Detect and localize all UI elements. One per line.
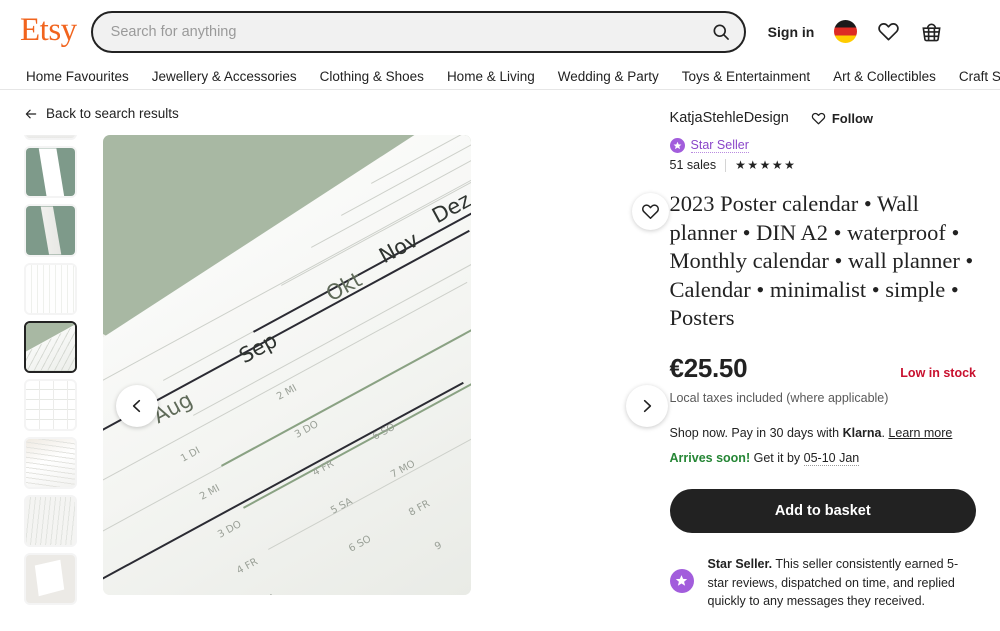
day-label: 9	[433, 539, 444, 553]
arrives-rest: Get it by	[750, 450, 804, 465]
nav-item-clothing-shoes[interactable]: Clothing & Shoes	[320, 69, 424, 84]
day-label: 7 MO	[389, 458, 418, 481]
shop-name-link[interactable]: KatjaStehleDesign	[670, 110, 789, 126]
rating-stars[interactable]: ★★★★★	[735, 158, 796, 172]
day-label: 5 SA	[253, 592, 278, 595]
day-label: 3 DO	[216, 519, 244, 541]
nav-item-art-collectibles[interactable]: Art & Collectibles	[833, 69, 936, 84]
thumbnail-3[interactable]	[24, 262, 77, 315]
star-seller-note: Star Seller. This seller consistently ea…	[669, 555, 976, 611]
star-seller-label[interactable]: Star Seller	[690, 138, 749, 153]
star-seller-note-title: Star Seller.	[707, 556, 773, 571]
nav-item-home-favourites[interactable]: Home Favourites	[26, 69, 129, 84]
header-actions: Sign in	[768, 20, 944, 43]
day-label: 6 SO	[347, 533, 374, 555]
category-nav: Home Favourites Jewellery & Accessories …	[0, 63, 1000, 90]
thumbnail-strip[interactable]	[24, 135, 81, 605]
klarna-prefix: Shop now. Pay in 30 days with	[669, 425, 843, 440]
arrives-row: Arrives soon! Get it by 05-10 Jan	[669, 450, 976, 466]
search-button[interactable]	[704, 15, 738, 49]
nav-item-jewellery-accessories[interactable]: Jewellery & Accessories	[152, 69, 297, 84]
klarna-learn-more-link[interactable]: Learn more	[888, 426, 952, 440]
divider	[725, 158, 727, 172]
calendar-rows: Aug Sep Okt Nov Dez 1 DI 2 MI 3 DO 4 FR …	[103, 135, 471, 595]
shop-row: KatjaStehleDesign Follow	[670, 110, 976, 126]
search-input[interactable]	[110, 23, 704, 40]
thumbnail-8[interactable]	[24, 552, 77, 605]
thumbnail-2[interactable]	[24, 204, 77, 257]
chevron-right-icon	[643, 399, 652, 413]
calendar-photo: Aug Sep Okt Nov Dez 1 DI 2 MI 3 DO 4 FR …	[103, 135, 471, 595]
star-badge-icon	[669, 568, 694, 593]
day-label: 2 MI	[198, 482, 222, 503]
back-link-label: Back to search results	[46, 106, 179, 121]
favorite-product-button[interactable]	[632, 193, 669, 230]
product-price: €25.50	[669, 352, 748, 383]
sign-in-link[interactable]: Sign in	[768, 24, 815, 40]
status-badge: Low in stock	[900, 365, 976, 380]
cart-button[interactable]	[920, 20, 943, 43]
page-title: 2023 Poster calendar • Wall planner • DI…	[669, 191, 974, 331]
back-to-search-results-link[interactable]: Back to search results	[24, 106, 622, 121]
tax-note: Local taxes included (where applicable)	[669, 390, 889, 405]
arrow-left-icon	[25, 109, 37, 118]
star-seller-note-text: Star Seller. This seller consistently ea…	[708, 555, 976, 611]
day-label: 1 DI	[179, 445, 203, 465]
follow-button[interactable]: Follow	[811, 111, 873, 126]
nav-item-craft-supplies[interactable]: Craft Supplies	[959, 69, 1000, 84]
klarna-brand: Klarna	[842, 425, 882, 440]
star-seller-row: Star Seller	[669, 138, 976, 153]
nav-item-toys-entertainment[interactable]: Toys & Entertainment	[682, 69, 810, 84]
sales-rating-row: 51 sales ★★★★★	[670, 158, 976, 172]
day-label: 6 SO	[371, 421, 398, 443]
day-label: 4 FR	[235, 556, 260, 577]
star-badge-icon	[669, 138, 685, 153]
heart-icon	[878, 22, 900, 41]
thumbnail-7[interactable]	[24, 494, 77, 547]
delivery-date[interactable]: 05-10 Jan	[803, 450, 860, 466]
main-product-image[interactable]: Aug Sep Okt Nov Dez 1 DI 2 MI 3 DO 4 FR …	[103, 135, 471, 595]
thumbnail-0[interactable]	[24, 135, 77, 141]
gallery-next-button[interactable]	[626, 385, 668, 427]
day-label: 2 MI	[275, 382, 299, 403]
nav-item-home-living[interactable]: Home & Living	[447, 69, 535, 84]
sales-count: 51 sales	[669, 158, 717, 172]
gallery-prev-button[interactable]	[116, 385, 158, 427]
thumbnail-1[interactable]	[24, 146, 77, 199]
etsy-logo[interactable]: Etsy	[20, 13, 77, 50]
day-label: 5 SA	[329, 496, 355, 517]
search-bar[interactable]	[90, 10, 746, 53]
month-label-dez: Dez	[428, 187, 471, 229]
nav-item-wedding-party[interactable]: Wedding & Party	[558, 69, 659, 84]
search-icon	[713, 24, 729, 40]
product-details-column: KatjaStehleDesign Follow Star Seller 51 …	[669, 106, 976, 611]
day-label: 8 FR	[407, 498, 432, 519]
product-page: Back to search results Aug Sep Okt Nov D…	[0, 90, 1000, 611]
gallery-column: Back to search results Aug Sep Okt Nov D…	[24, 106, 669, 611]
germany-flag-icon[interactable]	[834, 20, 858, 43]
site-header: Etsy Sign in	[0, 0, 1000, 63]
follow-label: Follow	[831, 110, 874, 126]
thumbnail-5[interactable]	[24, 378, 77, 431]
thumbnail-4-selected[interactable]	[24, 320, 77, 373]
basket-icon	[922, 23, 941, 42]
add-to-basket-button[interactable]: Add to basket	[669, 488, 976, 533]
thumbnail-6[interactable]	[24, 436, 77, 489]
heart-icon	[641, 204, 660, 219]
heart-icon	[811, 112, 826, 124]
image-gallery: Aug Sep Okt Nov Dez 1 DI 2 MI 3 DO 4 FR …	[24, 135, 669, 605]
price-row: €25.50 Low in stock	[670, 353, 976, 384]
arrives-soon-label: Arrives soon!	[669, 450, 751, 465]
klarna-row: Shop now. Pay in 30 days with Klarna. Le…	[670, 426, 976, 440]
chevron-left-icon	[132, 399, 141, 413]
favorites-button[interactable]	[877, 20, 900, 43]
